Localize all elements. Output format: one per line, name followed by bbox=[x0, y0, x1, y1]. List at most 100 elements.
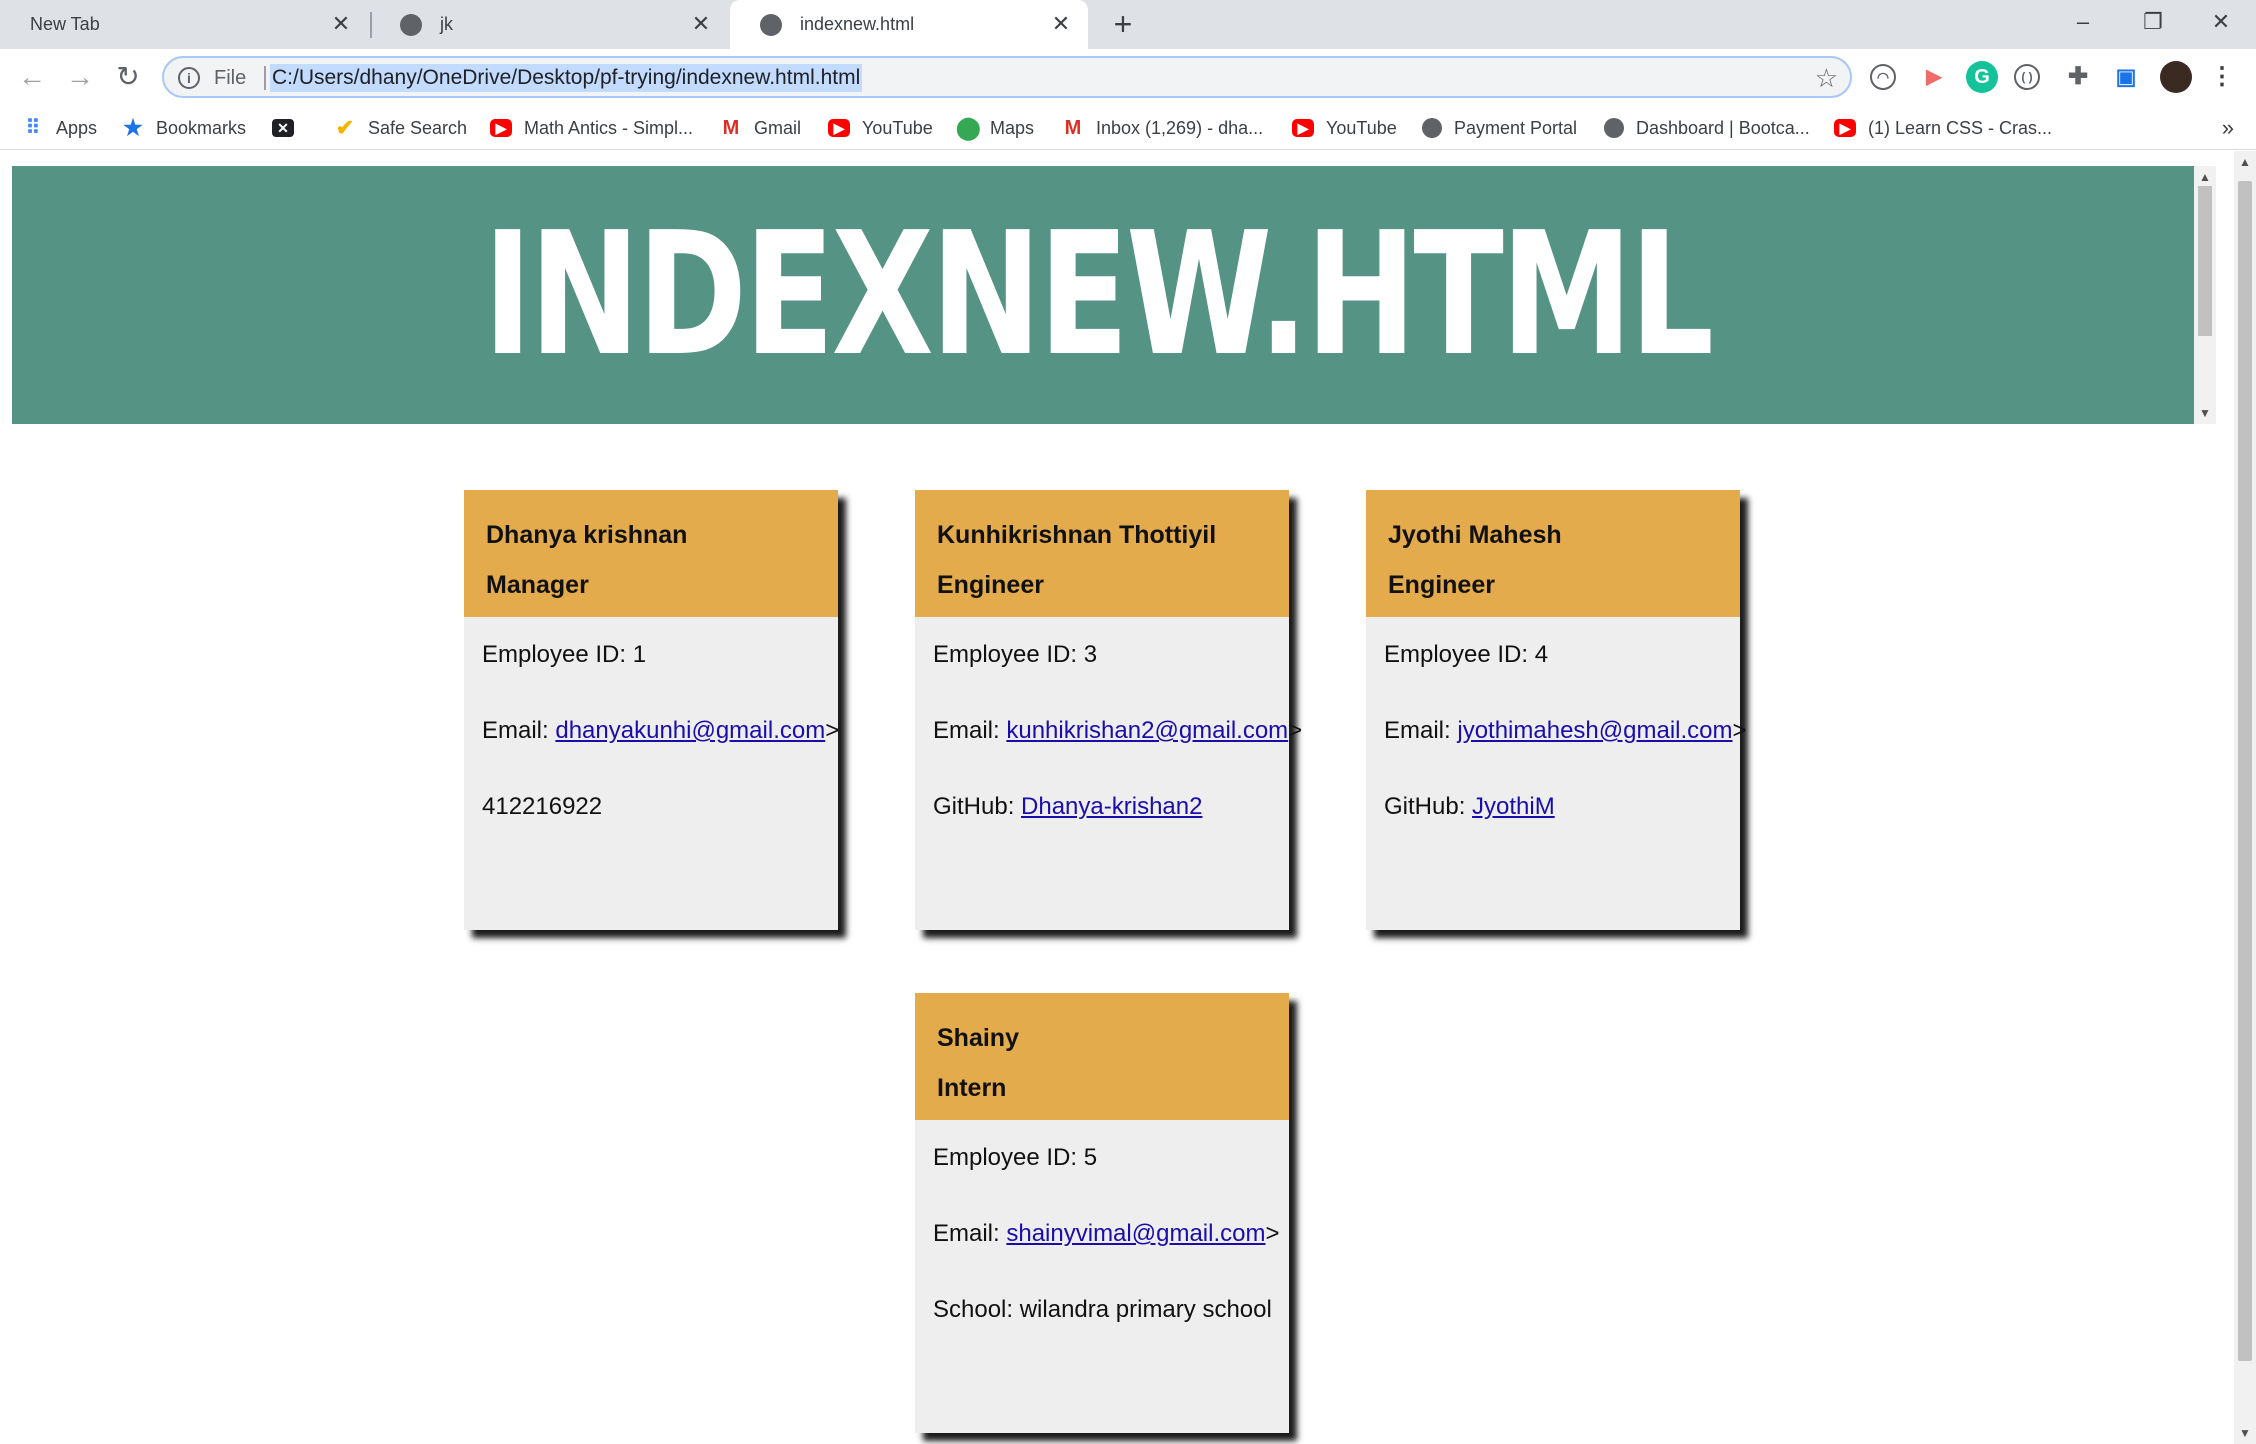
extra-label: GitHub: bbox=[933, 793, 1022, 820]
youtube-icon: ▶ bbox=[490, 119, 512, 137]
tab-title: indexnew.html bbox=[800, 14, 915, 34]
banner-scrollbar[interactable]: ▲ ▼ bbox=[2194, 166, 2216, 424]
bookmark-math-antics[interactable]: ▶ Math Antics - Simpl... bbox=[490, 114, 693, 142]
new-tab-plus-icon[interactable]: + bbox=[1106, 8, 1140, 42]
bookmark-inbox[interactable]: M Inbox (1,269) - dha... bbox=[1062, 114, 1263, 142]
bookmark-gmail[interactable]: M Gmail bbox=[720, 114, 801, 142]
tab-strip: New Tab ✕ jk ✕ indexnew.html ✕ + – ❐ ✕ bbox=[0, 0, 2256, 49]
browser-window: New Tab ✕ jk ✕ indexnew.html ✕ + – ❐ ✕ ←… bbox=[0, 0, 2256, 1444]
bookmark-youtube-2[interactable]: ▶ YouTube bbox=[1292, 114, 1397, 142]
close-icon[interactable]: ✕ bbox=[328, 11, 354, 37]
bookmark-label: YouTube bbox=[1326, 117, 1397, 138]
employee-email-row: Email: shainyvimal@gmail.com> bbox=[933, 1218, 1279, 1250]
tab-jk[interactable]: jk ✕ bbox=[370, 0, 728, 49]
bookmark-learn-css[interactable]: ▶ (1) Learn CSS - Cras... bbox=[1834, 114, 2052, 142]
page-scrollbar[interactable]: ▲ ▼ bbox=[2234, 151, 2256, 1444]
maps-pin-icon: ⬤ bbox=[956, 115, 981, 140]
email-suffix: > bbox=[825, 717, 840, 744]
reload-icon[interactable]: ↻ bbox=[108, 57, 148, 97]
github-link[interactable]: Dhanya-krishan2 bbox=[1021, 793, 1202, 820]
github-link[interactable]: JyothiM bbox=[1472, 793, 1555, 820]
scroll-up-arrow-icon[interactable]: ▲ bbox=[2234, 151, 2256, 173]
card-body: Employee ID: 4 Email: jyothimahesh@gmail… bbox=[1366, 617, 1747, 823]
bookmark-bookmarks[interactable]: ★ Bookmarks bbox=[122, 114, 246, 142]
extension-play-icon[interactable]: ▶ bbox=[1918, 61, 1950, 93]
cast-icon[interactable]: ▣ bbox=[2110, 61, 2142, 93]
bookmark-label: (1) Learn CSS - Cras... bbox=[1868, 117, 2053, 138]
window-close-icon[interactable]: ✕ bbox=[2186, 0, 2256, 44]
restore-icon[interactable]: ❐ bbox=[2118, 0, 2188, 44]
card-header: Shainy Intern bbox=[915, 993, 1289, 1120]
bookmark-payment-portal[interactable]: Payment Portal bbox=[1422, 114, 1577, 142]
employee-email-row: Email: dhanyakunhi@gmail.com> bbox=[482, 715, 839, 747]
bookmark-label: Apps bbox=[56, 117, 98, 138]
url-text[interactable]: C:/Users/dhany/OneDrive/Desktop/pf-tryin… bbox=[270, 64, 863, 92]
globe-icon bbox=[760, 13, 782, 36]
banner-scroll-thumb[interactable] bbox=[2198, 186, 2212, 336]
github-row: GitHub: JyothiM bbox=[1384, 791, 1722, 823]
checkmark-icon: ✔ bbox=[335, 115, 355, 140]
close-icon[interactable]: ✕ bbox=[1048, 11, 1074, 37]
grammarly-icon[interactable]: G bbox=[1966, 61, 1998, 93]
url-divider bbox=[264, 66, 266, 90]
employee-id: Employee ID: 5 bbox=[933, 1144, 1098, 1171]
card-body: Employee ID: 5 Email: shainyvimal@gmail.… bbox=[915, 1120, 1289, 1326]
profile-avatar[interactable] bbox=[2160, 61, 2192, 93]
scroll-down-arrow-icon[interactable]: ▼ bbox=[2234, 1422, 2256, 1444]
info-icon[interactable]: i bbox=[178, 67, 200, 89]
email-link[interactable]: shainyvimal@gmail.com bbox=[1006, 1220, 1265, 1247]
bookmark-dark-app[interactable]: ✕ bbox=[272, 114, 306, 142]
employee-card: Shainy Intern Employee ID: 5 Email: shai… bbox=[915, 993, 1289, 1433]
bookmark-youtube[interactable]: ▶ YouTube bbox=[828, 114, 933, 142]
bookmark-safe-search[interactable]: ✔ Safe Search bbox=[334, 114, 467, 142]
bookmark-star-icon[interactable]: ☆ bbox=[1815, 63, 1838, 94]
employee-card: Kunhikrishnan Thottiyil Engineer Employe… bbox=[915, 490, 1302, 930]
forward-arrow-icon[interactable]: → bbox=[60, 57, 100, 97]
extension-code-icon[interactable]: ( ) bbox=[2014, 64, 2040, 90]
page-scroll-thumb[interactable] bbox=[2238, 181, 2252, 1361]
email-label: Email: bbox=[933, 1220, 1007, 1247]
tab-title: New Tab bbox=[30, 14, 100, 34]
gmail-icon: M bbox=[1064, 117, 1082, 139]
bookmark-label: Dashboard | Bootca... bbox=[1636, 117, 1810, 138]
minimize-icon[interactable]: – bbox=[2048, 0, 2118, 44]
tab-title: jk bbox=[440, 14, 453, 34]
employee-email-row: Email: kunhikrishan2@gmail.com> bbox=[933, 715, 1302, 747]
employee-name: Kunhikrishnan Thottiyil bbox=[937, 521, 1217, 549]
menu-dots-icon[interactable]: ⋮ bbox=[2206, 61, 2238, 93]
bookmark-maps[interactable]: ⬤ Maps bbox=[956, 114, 1034, 142]
bookmark-apps[interactable]: ⠿ Apps bbox=[22, 114, 97, 142]
card-body: Employee ID: 3 Email: kunhikrishan2@gmai… bbox=[915, 617, 1302, 823]
chevron-double-right-icon[interactable]: » bbox=[2222, 115, 2234, 141]
employee-role: Manager bbox=[486, 571, 589, 599]
extensions-puzzle-icon[interactable]: ✚ bbox=[2062, 61, 2094, 93]
youtube-icon: ▶ bbox=[1292, 119, 1314, 137]
email-label: Email: bbox=[482, 717, 556, 744]
bookmarks-bar: ⠿ Apps ★ Bookmarks ✕ ✔ Safe Search ▶ Math An… bbox=[0, 105, 2256, 150]
extension-headphones-icon[interactable]: ◠ bbox=[1870, 64, 1896, 90]
email-link[interactable]: kunhikrishan2@gmail.com bbox=[1006, 717, 1288, 744]
employee-role: Intern bbox=[937, 1074, 1007, 1102]
employee-name: Jyothi Mahesh bbox=[1388, 521, 1562, 549]
extra-label: GitHub: bbox=[1384, 793, 1473, 820]
bookmark-dashboard[interactable]: Dashboard | Bootca... bbox=[1604, 114, 1810, 142]
scroll-down-arrow-icon[interactable]: ▼ bbox=[2194, 402, 2216, 424]
employee-name: Dhanya krishnan bbox=[486, 521, 688, 549]
address-bar[interactable]: i File C:/Users/dhany/OneDrive/Desktop/p… bbox=[162, 56, 1852, 98]
scroll-up-arrow-icon[interactable]: ▲ bbox=[2194, 166, 2216, 188]
extra-label: School: wilandra primary school bbox=[933, 1296, 1272, 1323]
close-icon[interactable]: ✕ bbox=[688, 11, 714, 37]
tab-new-tab[interactable]: New Tab ✕ bbox=[0, 0, 368, 49]
card-body: Employee ID: 1 Email: dhanyakunhi@gmail.… bbox=[464, 617, 839, 823]
email-suffix: > bbox=[1288, 717, 1303, 744]
bookmark-label: Bookmarks bbox=[156, 117, 247, 138]
back-arrow-icon[interactable]: ← bbox=[12, 57, 52, 97]
dark-app-icon: ✕ bbox=[272, 119, 294, 137]
employee-card: Dhanya krishnan Manager Employee ID: 1 E… bbox=[464, 490, 839, 930]
email-link[interactable]: jyothimahesh@gmail.com bbox=[1457, 717, 1732, 744]
email-link[interactable]: dhanyakunhi@gmail.com bbox=[555, 717, 825, 744]
tab-indexnew[interactable]: indexnew.html ✕ bbox=[730, 0, 1088, 49]
page-title: INDEXNEW.HTML bbox=[483, 196, 1714, 394]
email-label: Email: bbox=[933, 717, 1007, 744]
employee-role: Engineer bbox=[1388, 571, 1495, 599]
